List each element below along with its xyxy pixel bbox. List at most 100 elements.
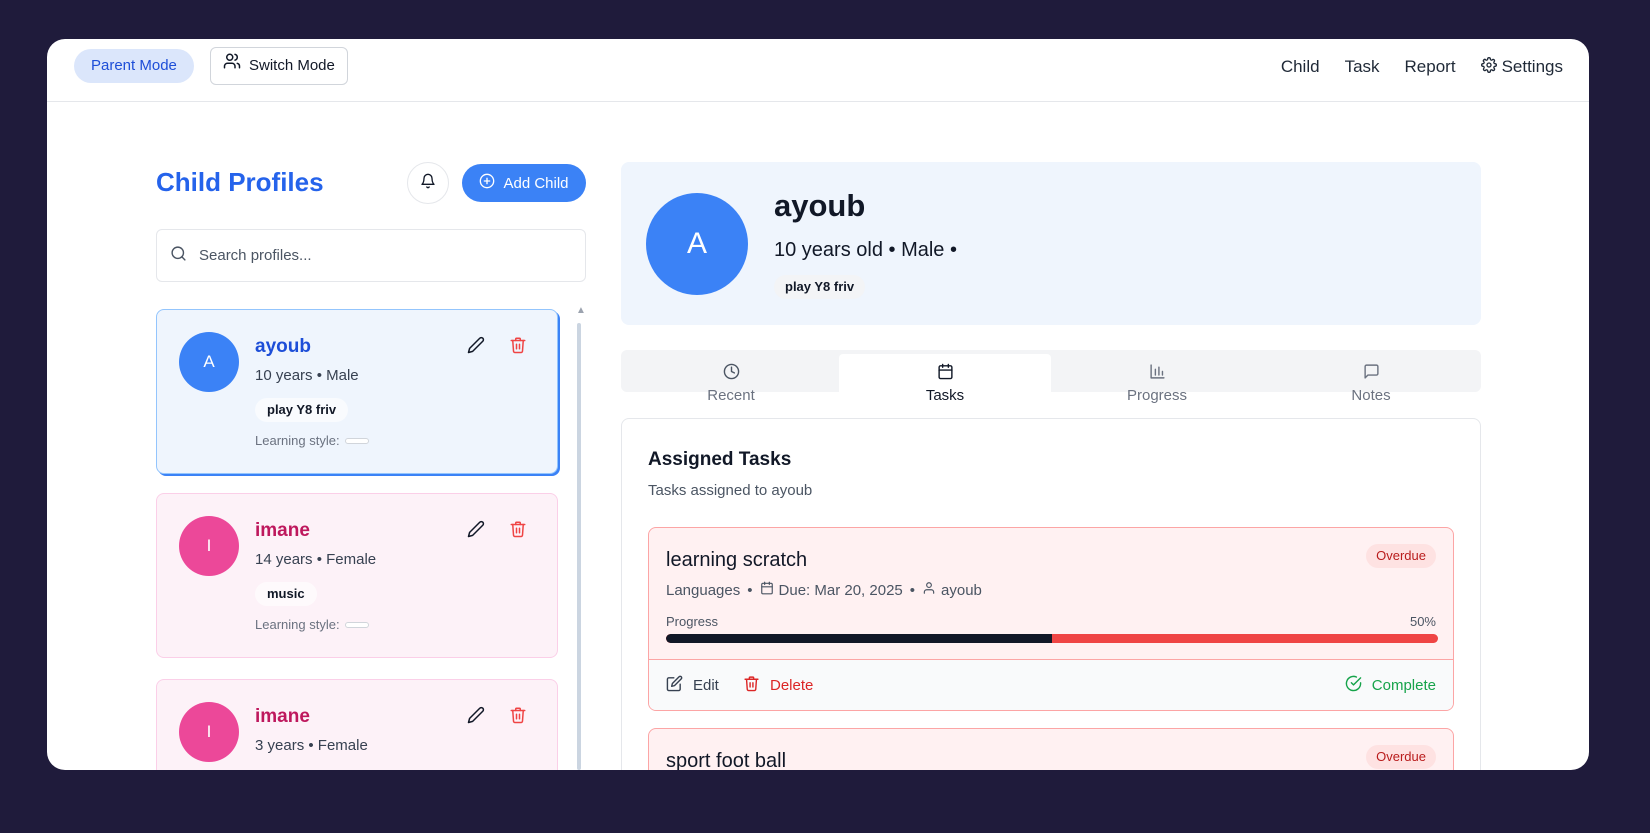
nav-settings-label: Settings (1501, 57, 1563, 76)
nav-settings[interactable]: Settings (1480, 56, 1563, 78)
learning-style-label: Learning style: (255, 433, 340, 448)
profile-meta: 10 years • Male (255, 367, 359, 384)
trash-icon (743, 675, 760, 696)
task-assignee-name: ayoub (941, 581, 982, 599)
progress-bar (666, 634, 1438, 643)
task-card: learning scratch Overdue Languages • Due… (648, 527, 1454, 711)
profile-card[interactable]: A ayoub 10 years • Male play Y8 friv Lea… (156, 309, 558, 474)
edit-icon (666, 675, 683, 696)
task-due-date: Due: Mar 20, 2025 (778, 581, 903, 599)
add-child-label: Add Child (503, 174, 569, 192)
delete-profile-button[interactable] (509, 336, 527, 359)
top-bar: Parent Mode Switch Mode Child Task Repor… (47, 39, 1589, 102)
tab-recent[interactable]: Recent (625, 354, 837, 416)
separator-dot: • (747, 581, 753, 599)
trash-icon (509, 707, 527, 728)
task-actions: Edit Delete Complete (649, 659, 1453, 710)
delete-profile-button[interactable] (509, 706, 527, 729)
profile-title: ayoub (774, 188, 866, 223)
avatar: I (179, 516, 239, 576)
tab-recent-label: Recent (707, 387, 755, 404)
parent-mode-badge: Parent Mode (74, 49, 194, 83)
learning-style: Learning style: (255, 433, 369, 448)
tab-progress[interactable]: Progress (1051, 354, 1263, 416)
tab-notes[interactable]: Notes (1265, 354, 1477, 416)
task-title: sport foot ball (666, 750, 787, 770)
edit-profile-button[interactable] (467, 706, 485, 729)
delete-task-button[interactable]: Delete (743, 675, 813, 696)
task-assignee: ayoub (922, 581, 982, 599)
add-child-button[interactable]: Add Child (462, 164, 586, 202)
profile-list: A ayoub 10 years • Male play Y8 friv Lea… (156, 307, 566, 770)
delete-task-label: Delete (770, 677, 814, 694)
child-profiles-title: Child Profiles (156, 167, 324, 197)
profile-card[interactable]: I imane 3 years • Female (156, 679, 558, 770)
search-box (156, 229, 586, 282)
gear-icon (1480, 56, 1497, 78)
pencil-icon (467, 706, 485, 728)
pencil-icon (467, 336, 485, 358)
profile-list-scrollbar[interactable]: ▲ (576, 305, 586, 770)
bell-icon (420, 173, 436, 194)
task-meta: Languages • Due: Mar 20, 2025 • ayoub (666, 581, 982, 599)
plus-circle-icon (479, 173, 495, 193)
main-nav: Child Task Report Settings (1281, 53, 1563, 81)
nav-report[interactable]: Report (1405, 57, 1456, 77)
clock-icon (723, 363, 740, 384)
trash-icon (509, 521, 527, 542)
user-icon (922, 581, 936, 599)
progress-label: Progress (666, 614, 719, 629)
profile-name: imane (255, 706, 310, 727)
profile-avatar: A (646, 193, 748, 295)
interest-tag: music (255, 582, 317, 606)
interest-tag: play Y8 friv (255, 398, 349, 422)
task-due: Due: Mar 20, 2025 (760, 581, 903, 599)
profile-details: 10 years old • Male • (774, 239, 957, 261)
profile-tabs: Recent Tasks Progress Notes (621, 350, 1481, 416)
task-card: sport foot ball Overdue (648, 728, 1454, 770)
profile-name: ayoub (255, 336, 311, 357)
nav-child[interactable]: Child (1281, 57, 1320, 77)
notifications-button[interactable] (407, 162, 449, 204)
tab-tasks-label: Tasks (925, 387, 965, 404)
learning-style-value (344, 437, 369, 444)
edit-task-button[interactable]: Edit (666, 675, 719, 696)
status-badge: Overdue (1366, 745, 1436, 769)
profile-name: imane (255, 520, 310, 541)
panel-subtitle: Tasks assigned to ayoub (648, 482, 813, 499)
avatar: A (179, 332, 239, 392)
learning-style-label: Learning style: (255, 617, 340, 632)
scrollbar-thumb[interactable] (577, 323, 581, 770)
assigned-tasks-panel: Assigned Tasks Tasks assigned to ayoub l… (621, 418, 1481, 770)
check-circle-icon (1345, 675, 1362, 696)
scroll-up-arrow-icon[interactable]: ▲ (576, 305, 586, 316)
status-badge: Overdue (1366, 544, 1436, 568)
tab-tasks[interactable]: Tasks (839, 354, 1051, 416)
pencil-icon (467, 520, 485, 542)
learning-style-value (344, 621, 369, 628)
bar-chart-icon (1149, 363, 1166, 384)
tab-progress-label: Progress (1126, 387, 1188, 404)
message-icon (1363, 363, 1380, 384)
switch-mode-button[interactable]: Switch Mode (210, 47, 348, 85)
app-window: Parent Mode Switch Mode Child Task Repor… (47, 39, 1589, 770)
progress-value: 50% (1409, 614, 1436, 629)
panel-title: Assigned Tasks (648, 449, 792, 470)
search-input[interactable] (199, 247, 559, 264)
calendar-icon (760, 581, 774, 599)
edit-profile-button[interactable] (467, 336, 485, 359)
profile-header-card: A ayoub 10 years old • Male • play Y8 fr… (621, 162, 1481, 325)
profile-card[interactable]: I imane 14 years • Female music Learning… (156, 493, 558, 658)
tab-notes-label: Notes (1351, 387, 1391, 404)
delete-profile-button[interactable] (509, 520, 527, 543)
calendar-icon (937, 363, 954, 384)
edit-profile-button[interactable] (467, 520, 485, 543)
nav-task[interactable]: Task (1345, 57, 1380, 77)
complete-task-button[interactable]: Complete (1345, 675, 1436, 696)
edit-task-label: Edit (693, 677, 719, 694)
progress-bar-fill (666, 634, 1052, 643)
switch-mode-label: Switch Mode (249, 57, 335, 74)
trash-icon (509, 337, 527, 358)
profile-interest-tag: play Y8 friv (774, 275, 866, 299)
task-category: Languages (666, 581, 741, 599)
